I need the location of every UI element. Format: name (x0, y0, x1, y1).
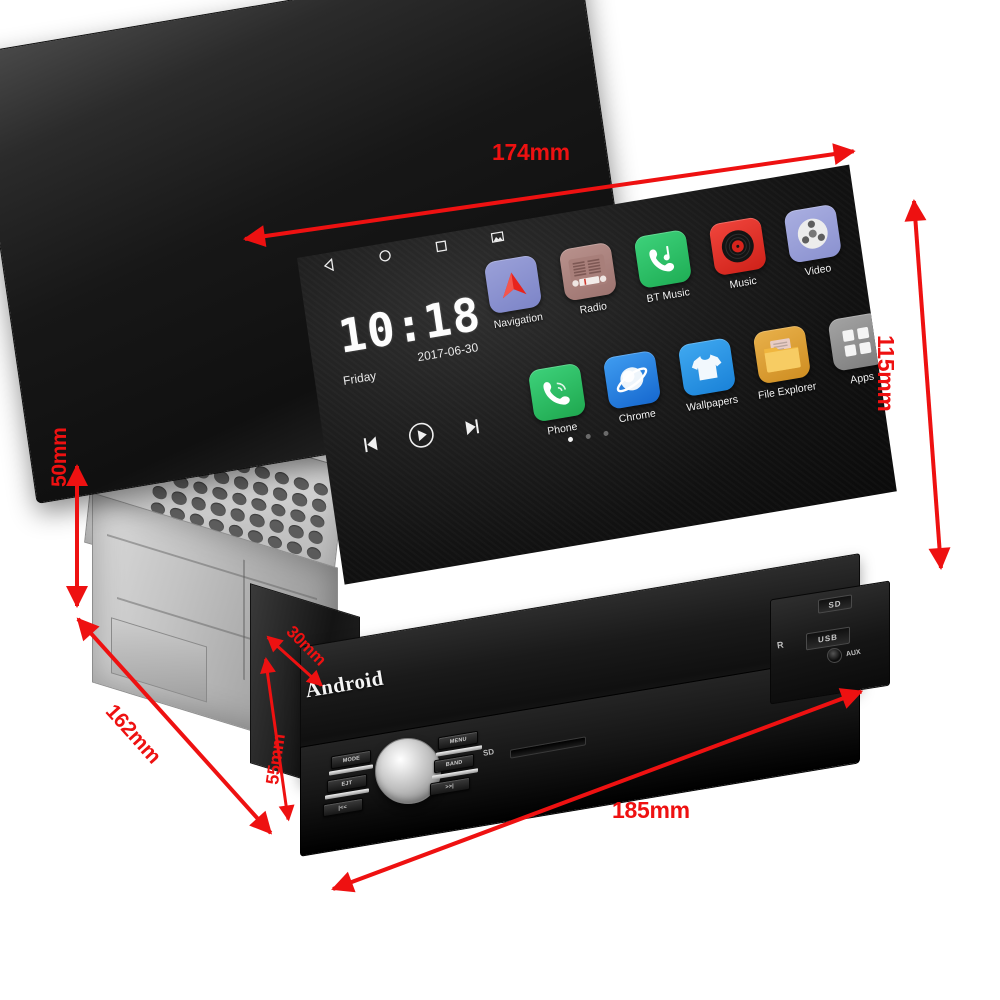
app-label: Music (728, 274, 758, 292)
app-label: Wallpapers (685, 393, 739, 415)
app-file-explorer[interactable]: File Explorer (751, 324, 818, 402)
sd-slot-label: SD (482, 747, 495, 758)
chassis-crease (243, 559, 245, 681)
app-bt-music[interactable]: BT Music (632, 228, 697, 307)
dimension-arrow-115mm (902, 198, 953, 571)
clock-day: Friday (342, 368, 378, 388)
previous-track-icon[interactable] (359, 431, 384, 456)
next-track-icon[interactable] (459, 414, 484, 439)
button-menu-label: MENU (449, 736, 467, 745)
media-transport-controls (359, 412, 484, 459)
button-eject-label: EJT (341, 779, 353, 788)
page-dot (585, 433, 592, 440)
dimension-label-185mm: 185mm (612, 797, 690, 823)
app-grid-row-2: Phone Chrome Wallpapers File Explorer Ap… (526, 311, 891, 439)
button-mode-label: MODE (342, 755, 360, 764)
dimension-label-174mm: 174mm (492, 139, 570, 165)
app-navigation[interactable]: Navigation (482, 254, 547, 332)
phone-icon (527, 362, 587, 423)
usb-port-label: USB (818, 632, 838, 645)
bluetooth-phone-icon (633, 228, 693, 290)
screenshot-icon[interactable] (490, 229, 505, 244)
navigation-arrow-icon (483, 254, 543, 315)
film-reel-icon (783, 203, 843, 264)
app-label: Video (804, 262, 833, 279)
vinyl-record-icon (708, 216, 768, 277)
dimension-label-115mm: 115mm (873, 335, 899, 412)
rca-right-label: R (776, 639, 785, 651)
play-icon[interactable] (406, 420, 437, 451)
back-icon[interactable] (322, 257, 337, 273)
app-music[interactable]: Music (706, 216, 771, 294)
button-band-label: BAND (445, 759, 463, 768)
dimension-label-50mm: 50mm (48, 427, 71, 487)
aux-jack[interactable] (827, 648, 842, 663)
clock-widget: 10:18 Friday 2017-06-30 (335, 286, 484, 387)
page-dot-active (567, 436, 574, 443)
app-label: Navigation (493, 310, 544, 332)
app-video[interactable]: Video (781, 203, 846, 281)
browser-icon (602, 349, 662, 410)
tshirt-icon (677, 337, 737, 398)
radio-icon (558, 241, 618, 302)
touchscreen-wrapper: 10:18 10:18 Friday (297, 164, 897, 588)
app-radio[interactable]: Radio (557, 241, 622, 319)
folder-icon (752, 324, 812, 385)
app-phone[interactable]: Phone (526, 362, 591, 440)
app-grid-row-1: Navigation Radio BT Music Music Video (482, 203, 847, 331)
app-label: File Explorer (757, 380, 818, 402)
app-chrome[interactable]: Chrome (601, 349, 666, 427)
app-label: Phone (546, 420, 579, 438)
dimension-arrow-50mm (66, 464, 88, 608)
recents-icon[interactable] (434, 239, 449, 254)
home-icon[interactable] (378, 248, 393, 263)
button-prev-track-label: |<< (338, 804, 348, 811)
product-dimension-diagram: Android SD MODE EJT |<< MENU BAND >>| SD… (0, 0, 1000, 1000)
button-next-track-label: >>| (445, 783, 455, 790)
app-wallpapers[interactable]: Wallpapers (676, 337, 741, 415)
app-label: Radio (578, 300, 608, 317)
page-dot (603, 430, 609, 437)
app-label: Chrome (618, 407, 657, 426)
sd-port-label: SD (828, 598, 842, 610)
app-label: BT Music (645, 286, 691, 306)
